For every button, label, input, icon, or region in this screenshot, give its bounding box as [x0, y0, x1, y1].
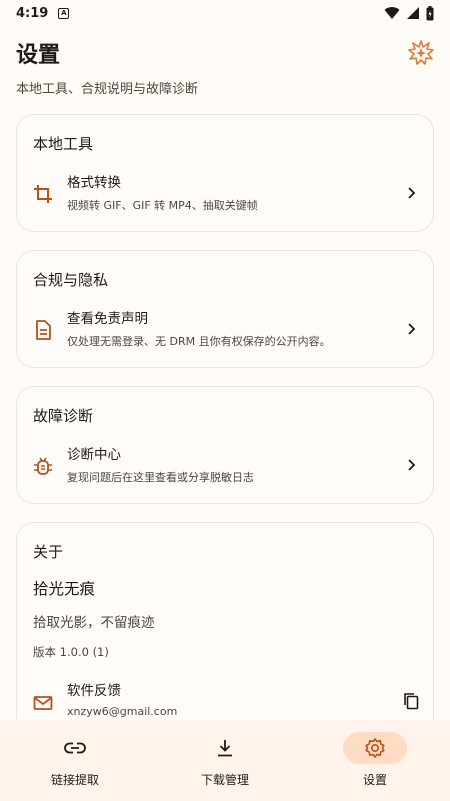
copy-icon[interactable] [403, 692, 419, 710]
sparkle-badge-icon[interactable] [408, 40, 434, 66]
nav-item-link-extract[interactable]: 链接提取 [0, 720, 150, 801]
disclaimer-item[interactable]: 查看免责声明 仅处理无需登录、无 DRM 且你有权保存的公开内容。 [17, 301, 435, 357]
local-tools-card: 本地工具 格式转换 视频转 GIF、GIF 转 MP4、抽取关键帧 [16, 114, 434, 232]
feedback-item[interactable]: 软件反馈 xnzyw6@gmail.com [17, 673, 435, 719]
nav-item-settings[interactable]: 设置 [300, 720, 450, 801]
mail-icon [33, 696, 53, 710]
nav-label: 下载管理 [200, 773, 249, 787]
item-description: 复现问题后在这里查看或分享脱敏日志 [67, 471, 254, 484]
nav-label: 链接提取 [50, 773, 99, 787]
item-description: 视频转 GIF、GIF 转 MP4、抽取关键帧 [67, 199, 258, 212]
download-icon [218, 740, 232, 757]
item-label: 软件反馈 [67, 683, 121, 699]
item-label: 诊断中心 [67, 447, 121, 463]
app-version: 版本 1.0.0 (1) [33, 645, 109, 659]
item-label: 查看免责声明 [67, 311, 148, 327]
bottom-navigation: 链接提取 下载管理 设置 [0, 720, 450, 801]
card-title: 合规与隐私 [33, 271, 109, 289]
settings-scroll-area[interactable]: 本地工具 格式转换 视频转 GIF、GIF 转 MP4、抽取关键帧 合规与隐私 … [0, 112, 450, 719]
item-description: 仅处理无需登录、无 DRM 且你有权保存的公开内容。 [67, 335, 331, 348]
card-title: 关于 [33, 543, 64, 561]
feedback-email: xnzyw6@gmail.com [67, 705, 178, 718]
gear-icon [365, 738, 385, 758]
battery-icon [426, 5, 434, 20]
nav-pill [43, 732, 107, 764]
status-bar: 4:19 A [0, 0, 450, 26]
chevron-right-icon [408, 459, 416, 471]
card-title: 本地工具 [33, 135, 94, 153]
diagnostics-card: 故障诊断 诊断中心 复现问题后在这里查看或分享脱敏日志 [16, 386, 434, 504]
nav-label: 设置 [362, 773, 387, 787]
link-icon [64, 742, 86, 754]
nav-pill-active [343, 732, 407, 764]
page-title: 设置 [16, 43, 61, 68]
app-slogan: 拾取光影，不留痕迹 [33, 615, 155, 631]
diagnostics-center-item[interactable]: 诊断中心 复现问题后在这里查看或分享脱敏日志 [17, 437, 435, 493]
app-name: 拾光无痕 [33, 580, 96, 598]
nav-pill [193, 732, 257, 764]
chevron-right-icon [408, 187, 416, 199]
page-header: 设置 本地工具、合规说明与故障诊断 [16, 40, 434, 97]
notification-icon: A [58, 7, 70, 19]
document-icon [36, 320, 51, 340]
wifi-icon [384, 7, 400, 20]
cell-signal-icon [407, 7, 419, 19]
format-convert-item[interactable]: 格式转换 视频转 GIF、GIF 转 MP4、抽取关键帧 [17, 165, 435, 221]
compliance-card: 合规与隐私 查看免责声明 仅处理无需登录、无 DRM 且你有权保存的公开内容。 [16, 250, 434, 368]
page-subtitle: 本地工具、合规说明与故障诊断 [16, 82, 199, 97]
crop-icon [34, 185, 52, 203]
bug-icon [34, 457, 52, 475]
about-card: 关于 拾光无痕 拾取光影，不留痕迹 版本 1.0.0 (1) 软件反馈 xnzy… [16, 522, 434, 719]
item-label: 格式转换 [67, 175, 121, 191]
nav-item-download-manager[interactable]: 下载管理 [150, 720, 300, 801]
card-title: 故障诊断 [33, 407, 94, 425]
status-time: 4:19 [16, 5, 49, 21]
chevron-right-icon [408, 323, 416, 335]
